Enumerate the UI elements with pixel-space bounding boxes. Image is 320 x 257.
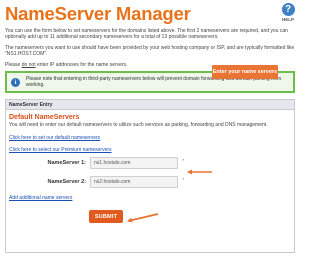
required-marker: * xyxy=(182,178,185,184)
annotation-callout: Enter your name servers xyxy=(212,65,278,79)
nameserver-2-input[interactable] xyxy=(90,176,178,188)
nameserver-1-label: NameServer 1: xyxy=(47,160,86,166)
info-icon: i xyxy=(11,78,20,87)
intro-paragraph-format: The nameservers you want to use should h… xyxy=(5,45,295,58)
nameserver-1-row: NameServer 1: * xyxy=(6,157,206,169)
default-nameservers-description: You will need to enter our default names… xyxy=(9,122,268,128)
nameserver-2-row: NameServer 2: * xyxy=(6,176,206,188)
help-button[interactable]: ? HELP xyxy=(278,3,298,22)
help-icon: ? xyxy=(281,3,295,16)
no-ip-suffix: enter IP addresses for the name servers. xyxy=(35,62,128,68)
page-title: NameServer Manager xyxy=(5,3,191,24)
set-default-nameservers-link[interactable]: Click here to set our default nameserver… xyxy=(9,135,100,141)
default-nameservers-heading: Default NameServers xyxy=(9,114,80,121)
required-marker: * xyxy=(182,159,185,165)
submit-button[interactable]: SUBMIT xyxy=(89,210,123,223)
nameserver-1-input[interactable] xyxy=(90,157,178,169)
intro-paragraph-required: You can use the form below to set namese… xyxy=(5,28,288,41)
nameserver-entry-panel: NameServer Entry Default NameServers You… xyxy=(5,99,295,253)
no-ip-emphasis: do not xyxy=(21,62,36,68)
help-label: HELP xyxy=(281,17,294,22)
add-additional-nameservers-link[interactable]: Add additional name servers xyxy=(9,195,72,201)
entry-panel-header: NameServer Entry xyxy=(6,100,294,110)
nameserver-2-label: NameServer 2: xyxy=(47,179,86,185)
no-ip-prefix: Please xyxy=(5,62,22,68)
select-premium-nameservers-link[interactable]: Click here to select our Premium nameser… xyxy=(9,147,112,153)
